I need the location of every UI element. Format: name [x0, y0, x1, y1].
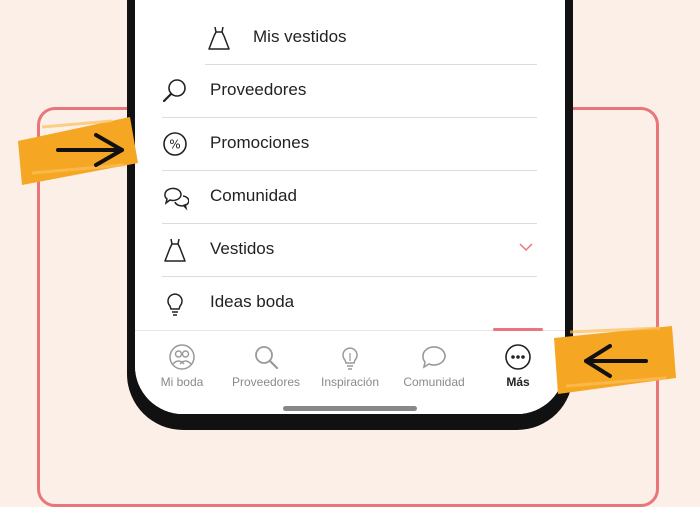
tab-proveedores[interactable]: Proveedores [223, 331, 309, 391]
percent-icon: % [163, 132, 187, 156]
chat-icon [422, 346, 446, 369]
active-tab-indicator [493, 328, 543, 331]
phone-mockup: Mis vestidos Proveedores % Promociones C… [127, 0, 573, 430]
tab-label: Inspiración [320, 375, 380, 389]
menu-item-promociones[interactable]: % Promociones [135, 118, 565, 171]
svg-text:%: % [169, 138, 180, 152]
lightbulb-icon [342, 347, 358, 370]
highlight-arrow-right [554, 326, 676, 394]
menu-item-vestidos[interactable]: Vestidos [135, 224, 565, 277]
dress-icon [208, 26, 230, 50]
menu-item-mis-vestidos[interactable]: Mis vestidos [135, 12, 565, 65]
menu-item-label: Ideas boda [210, 292, 295, 311]
menu-item-comunidad[interactable]: Comunidad [135, 171, 565, 224]
menu-item-proveedores[interactable]: Proveedores [135, 65, 565, 118]
chat-bubbles-icon [164, 187, 189, 211]
tab-label: Mi boda [160, 375, 204, 389]
search-icon [255, 346, 279, 370]
menu-item-label: Mis vestidos [253, 27, 347, 46]
more-icon [505, 344, 531, 370]
menu-item-label: Vestidos [210, 239, 275, 258]
tab-comunidad[interactable]: Comunidad [391, 331, 477, 391]
dress-icon [164, 238, 186, 262]
menu-item-ideas-boda[interactable]: Ideas boda [135, 277, 565, 330]
highlight-arrow-left [18, 117, 138, 185]
tab-mi-boda[interactable]: Mi boda [139, 331, 225, 391]
menu-item-label: Proveedores [210, 80, 307, 99]
tab-mas[interactable]: Más [475, 328, 561, 391]
tab-inspiracion[interactable]: Inspiración [307, 331, 393, 391]
tab-label: Proveedores [231, 375, 301, 389]
lightbulb-icon [167, 293, 183, 316]
menu-item-label: Comunidad [210, 186, 297, 205]
magnifier-icon [162, 79, 186, 103]
menu-item-label: Promociones [210, 133, 310, 152]
phone-screen: Mis vestidos Proveedores % Promociones C… [135, 0, 565, 414]
couple-icon [169, 344, 195, 370]
tab-label: Más [506, 375, 530, 389]
tab-label: Comunidad [403, 375, 465, 389]
bottom-tab-bar: Mi boda Proveedores Inspiración Comunida… [135, 328, 565, 414]
home-indicator [283, 406, 417, 411]
chevron-down-icon[interactable] [519, 242, 533, 252]
